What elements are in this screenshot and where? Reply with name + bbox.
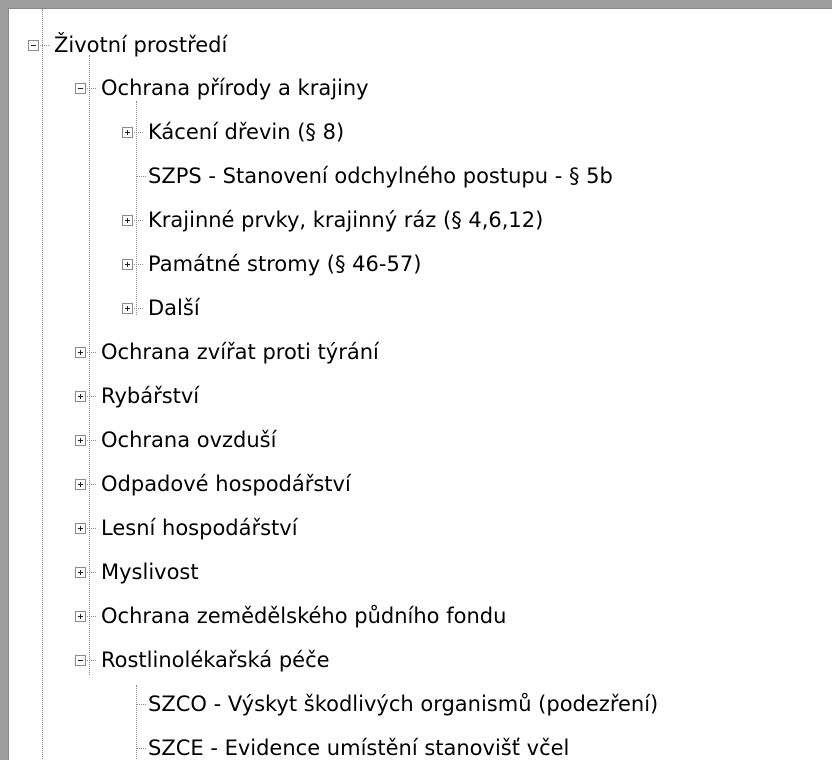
tree-connector — [87, 88, 96, 89]
tree-connector — [87, 528, 96, 529]
tree-view-panel: Životní prostředí Ochrana přírody a kraj… — [8, 8, 832, 760]
tree-node-label: Ochrana zvířat proti týrání — [101, 340, 379, 364]
collapse-toggle-icon[interactable] — [75, 655, 86, 666]
tree-connector — [87, 352, 96, 353]
tree-node-label: SZPS - Stanovení odchylného postupu - § … — [148, 164, 613, 188]
tree-view: Životní prostředí Ochrana přírody a kraj… — [9, 9, 832, 760]
tree-node-lesni-hospodarstvi[interactable]: Lesní hospodářství — [9, 506, 832, 550]
tree-node-szps[interactable]: SZPS - Stanovení odchylného postupu - § … — [9, 154, 832, 198]
tree-node-label: Krajinné prvky, krajinný ráz (§ 4,6,12) — [148, 208, 544, 232]
tree-node-myslivost[interactable]: Myslivost — [9, 550, 832, 594]
tree-connector — [134, 308, 143, 309]
tree-node-pamatne-stromy[interactable]: Památné stromy (§ 46-57) — [9, 242, 832, 286]
tree-connector — [134, 264, 143, 265]
tree-node-ochrana-prirody[interactable]: Ochrana přírody a krajiny — [9, 66, 832, 110]
collapse-toggle-icon[interactable] — [28, 40, 39, 51]
tree-connector — [40, 45, 49, 46]
tree-node-label: Rostlinolékařská péče — [101, 648, 330, 672]
tree-node-label: Životní prostředí — [54, 33, 228, 57]
tree-node-ochrana-zvirat[interactable]: Ochrana zvířat proti týrání — [9, 330, 832, 374]
tree-node-label: SZCO - Výskyt škodlivých organismů (pode… — [148, 692, 659, 716]
tree-node-label: Památné stromy (§ 46-57) — [148, 252, 422, 276]
tree-connector — [87, 660, 96, 661]
tree-node-dalsi[interactable]: Další — [9, 286, 832, 330]
expand-toggle-icon[interactable] — [75, 347, 86, 358]
expand-toggle-icon[interactable] — [122, 215, 133, 226]
tree-node-zivotni-prostredi[interactable]: Životní prostředí — [9, 23, 832, 67]
tree-connector — [136, 704, 146, 705]
expand-toggle-icon[interactable] — [75, 391, 86, 402]
tree-connector — [136, 176, 146, 177]
tree-node-label: Kácení dřevin (§ 8) — [148, 120, 345, 144]
tree-node-odpadove-hospodarstvi[interactable]: Odpadové hospodářství — [9, 462, 832, 506]
tree-node-rybarstvi[interactable]: Rybářství — [9, 374, 832, 418]
tree-node-label: SZCE - Evidence umístění stanovišť včel — [148, 736, 570, 760]
tree-connector — [134, 220, 143, 221]
tree-node-label: Rybářství — [101, 384, 200, 408]
tree-connector — [87, 616, 96, 617]
tree-node-ochrana-ovzdusi[interactable]: Ochrana ovzduší — [9, 418, 832, 462]
tree-node-ochrana-zpf[interactable]: Ochrana zemědělského půdního fondu — [9, 594, 832, 638]
tree-node-label: Myslivost — [101, 560, 199, 584]
tree-node-szco[interactable]: SZCO - Výskyt škodlivých organismů (pode… — [9, 682, 832, 726]
tree-connector — [87, 440, 96, 441]
tree-node-rostlinolekarska-pece[interactable]: Rostlinolékařská péče — [9, 638, 832, 682]
tree-node-label: Ochrana zemědělského půdního fondu — [101, 604, 507, 628]
tree-node-label: Ochrana ovzduší — [101, 428, 277, 452]
expand-toggle-icon[interactable] — [122, 303, 133, 314]
tree-node-label: Odpadové hospodářství — [101, 472, 351, 496]
tree-node-kaceni-drevin[interactable]: Kácení dřevin (§ 8) — [9, 110, 832, 154]
expand-toggle-icon[interactable] — [75, 523, 86, 534]
expand-toggle-icon[interactable] — [122, 259, 133, 270]
tree-node-krajinne-prvky[interactable]: Krajinné prvky, krajinný ráz (§ 4,6,12) — [9, 198, 832, 242]
tree-node-label: Ochrana přírody a krajiny — [101, 76, 369, 100]
tree-connector — [87, 572, 96, 573]
tree-node-label: Lesní hospodářství — [101, 516, 298, 540]
tree-connector — [87, 396, 96, 397]
tree-node-szce[interactable]: SZCE - Evidence umístění stanovišť včel — [9, 726, 832, 760]
tree-connector — [87, 484, 96, 485]
expand-toggle-icon[interactable] — [75, 611, 86, 622]
expand-toggle-icon[interactable] — [75, 567, 86, 578]
expand-toggle-icon[interactable] — [75, 479, 86, 490]
tree-connector — [136, 748, 146, 749]
collapse-toggle-icon[interactable] — [75, 83, 86, 94]
tree-connector — [134, 132, 143, 133]
expand-toggle-icon[interactable] — [75, 435, 86, 446]
tree-node-label: Další — [148, 296, 200, 320]
expand-toggle-icon[interactable] — [122, 127, 133, 138]
